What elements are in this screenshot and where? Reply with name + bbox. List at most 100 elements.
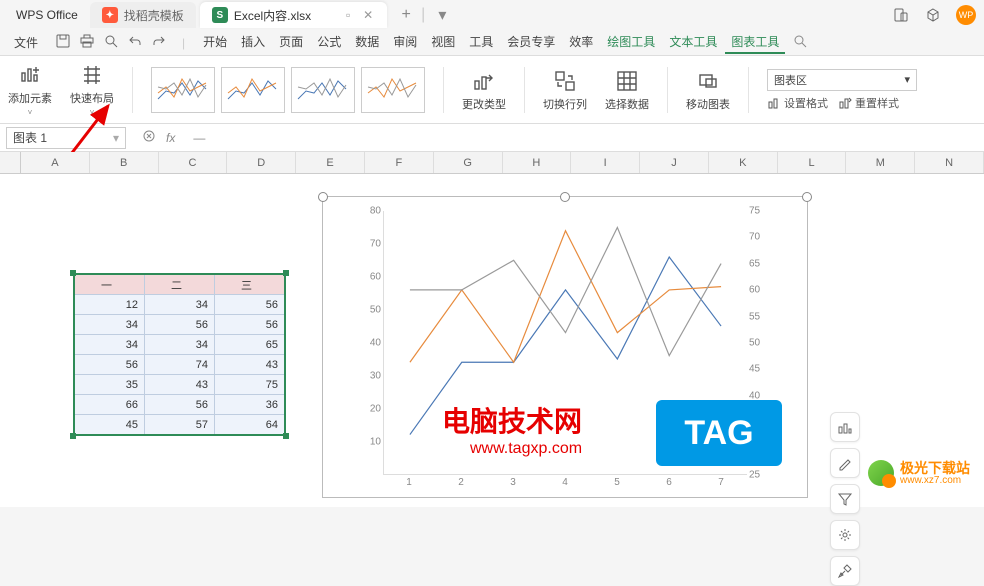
menu-insert[interactable]: 插入: [235, 31, 271, 54]
tab-options-icon[interactable]: ▫: [341, 8, 355, 22]
cell[interactable]: 56: [215, 295, 285, 315]
menu-text-tools[interactable]: 文本工具: [663, 31, 723, 54]
quick-layout-button[interactable]: 快速布局 ˅: [70, 62, 114, 117]
col-E[interactable]: E: [296, 152, 365, 173]
user-avatar[interactable]: WP: [956, 5, 976, 25]
hdr-2[interactable]: 二: [145, 275, 215, 295]
cell[interactable]: 36: [215, 395, 285, 415]
cell[interactable]: 34: [145, 335, 215, 355]
save-icon[interactable]: [56, 34, 70, 51]
chart-filter-icon[interactable]: [830, 484, 860, 514]
add-element-button[interactable]: 添加元素 ˅: [8, 62, 52, 117]
cell[interactable]: 56: [145, 395, 215, 415]
chart-area-select[interactable]: 图表区 ▾: [767, 69, 917, 91]
cell[interactable]: 43: [145, 375, 215, 395]
move-chart-button[interactable]: 移动图表: [686, 68, 730, 112]
menu-view[interactable]: 视图: [425, 31, 461, 54]
switch-rowcol-button[interactable]: 切换行列: [543, 68, 587, 112]
style-preview-1[interactable]: [151, 67, 215, 113]
col-C[interactable]: C: [159, 152, 228, 173]
menu-bar: 文件 | 开始 插入 页面 公式 数据 审阅 视图 工具 会员专享 效率 绘图工…: [0, 30, 984, 56]
watermark-url: www.tagxp.com: [470, 440, 582, 458]
change-type-button[interactable]: 更改类型: [462, 68, 506, 112]
cell[interactable]: 43: [215, 355, 285, 375]
menu-review[interactable]: 审阅: [387, 31, 423, 54]
chart-elements-icon[interactable]: [830, 412, 860, 442]
cell[interactable]: 45: [75, 415, 145, 435]
cell[interactable]: 34: [75, 335, 145, 355]
col-M[interactable]: M: [846, 152, 915, 173]
preview-icon[interactable]: [104, 34, 118, 51]
cube-icon[interactable]: [924, 6, 942, 24]
chart-settings-icon[interactable]: [830, 520, 860, 550]
redo-icon[interactable]: [152, 34, 166, 51]
cell[interactable]: 56: [75, 355, 145, 375]
menu-chart-tools[interactable]: 图表工具: [725, 31, 785, 54]
watermark-title: 电脑技术网: [442, 400, 582, 440]
print-icon[interactable]: [80, 34, 94, 51]
col-N[interactable]: N: [915, 152, 984, 173]
cell[interactable]: 12: [75, 295, 145, 315]
cell[interactable]: 34: [145, 295, 215, 315]
cell[interactable]: 66: [75, 395, 145, 415]
menu-efficiency[interactable]: 效率: [563, 31, 599, 54]
name-box[interactable]: 图表 1 ▾: [6, 127, 126, 149]
menu-file[interactable]: 文件: [6, 34, 46, 51]
search-icon[interactable]: [793, 34, 807, 51]
col-B[interactable]: B: [90, 152, 159, 173]
style-preview-2[interactable]: [221, 67, 285, 113]
tab-list-icon[interactable]: ▾: [435, 8, 449, 22]
select-all-corner[interactable]: [0, 152, 21, 173]
style-preview-4[interactable]: [361, 67, 425, 113]
menu-start[interactable]: 开始: [197, 31, 233, 54]
col-G[interactable]: G: [434, 152, 503, 173]
cell[interactable]: 74: [145, 355, 215, 375]
fx-icon[interactable]: fx: [166, 131, 175, 145]
col-F[interactable]: F: [365, 152, 434, 173]
new-tab-button[interactable]: +: [399, 8, 413, 22]
close-icon[interactable]: ✕: [361, 8, 375, 22]
tab-excel-file[interactable]: S Excel内容.xlsx ▫ ✕: [200, 2, 387, 28]
menu-draw-tools[interactable]: 绘图工具: [601, 31, 661, 54]
menu-page[interactable]: 页面: [273, 31, 309, 54]
app-name: WPS Office: [8, 8, 86, 22]
undo-icon[interactable]: [128, 34, 142, 51]
menu-data[interactable]: 数据: [349, 31, 385, 54]
cell[interactable]: 75: [215, 375, 285, 395]
style-preview-3[interactable]: [291, 67, 355, 113]
col-L[interactable]: L: [778, 152, 847, 173]
tab-template[interactable]: ✦ 找稻壳模板: [90, 2, 196, 28]
chart-tools-icon[interactable]: [830, 556, 860, 586]
menu-formula[interactable]: 公式: [311, 31, 347, 54]
cell[interactable]: 57: [145, 415, 215, 435]
cell[interactable]: 34: [75, 315, 145, 335]
hdr-3[interactable]: 三: [215, 275, 285, 295]
hdr-1[interactable]: 一: [75, 275, 145, 295]
cell[interactable]: 35: [75, 375, 145, 395]
col-J[interactable]: J: [640, 152, 709, 173]
col-K[interactable]: K: [709, 152, 778, 173]
formula-input[interactable]: —: [185, 131, 984, 145]
cell[interactable]: 56: [215, 315, 285, 335]
cell[interactable]: 56: [145, 315, 215, 335]
cell[interactable]: 65: [215, 335, 285, 355]
switch-rowcol-icon: [552, 68, 578, 94]
chart-style-icon[interactable]: [830, 448, 860, 478]
set-format-button[interactable]: 设置格式: [767, 95, 828, 111]
col-I[interactable]: I: [571, 152, 640, 173]
select-data-button[interactable]: 选择数据: [605, 68, 649, 112]
col-H[interactable]: H: [503, 152, 572, 173]
device-icon[interactable]: [892, 6, 910, 24]
move-chart-icon: [695, 68, 721, 94]
chevron-down-icon: ▾: [113, 131, 119, 145]
col-D[interactable]: D: [227, 152, 296, 173]
select-data-icon: [614, 68, 640, 94]
source-data-range[interactable]: 一 二 三 1234563456563434655674433543756656…: [74, 274, 285, 435]
menu-tools[interactable]: 工具: [463, 31, 499, 54]
cancel-icon[interactable]: [142, 129, 156, 146]
reset-style-button[interactable]: 重置样式: [838, 95, 899, 111]
col-A[interactable]: A: [21, 152, 90, 173]
menu-member[interactable]: 会员专享: [501, 31, 561, 54]
cell[interactable]: 64: [215, 415, 285, 435]
chart-style-gallery[interactable]: [151, 67, 425, 113]
